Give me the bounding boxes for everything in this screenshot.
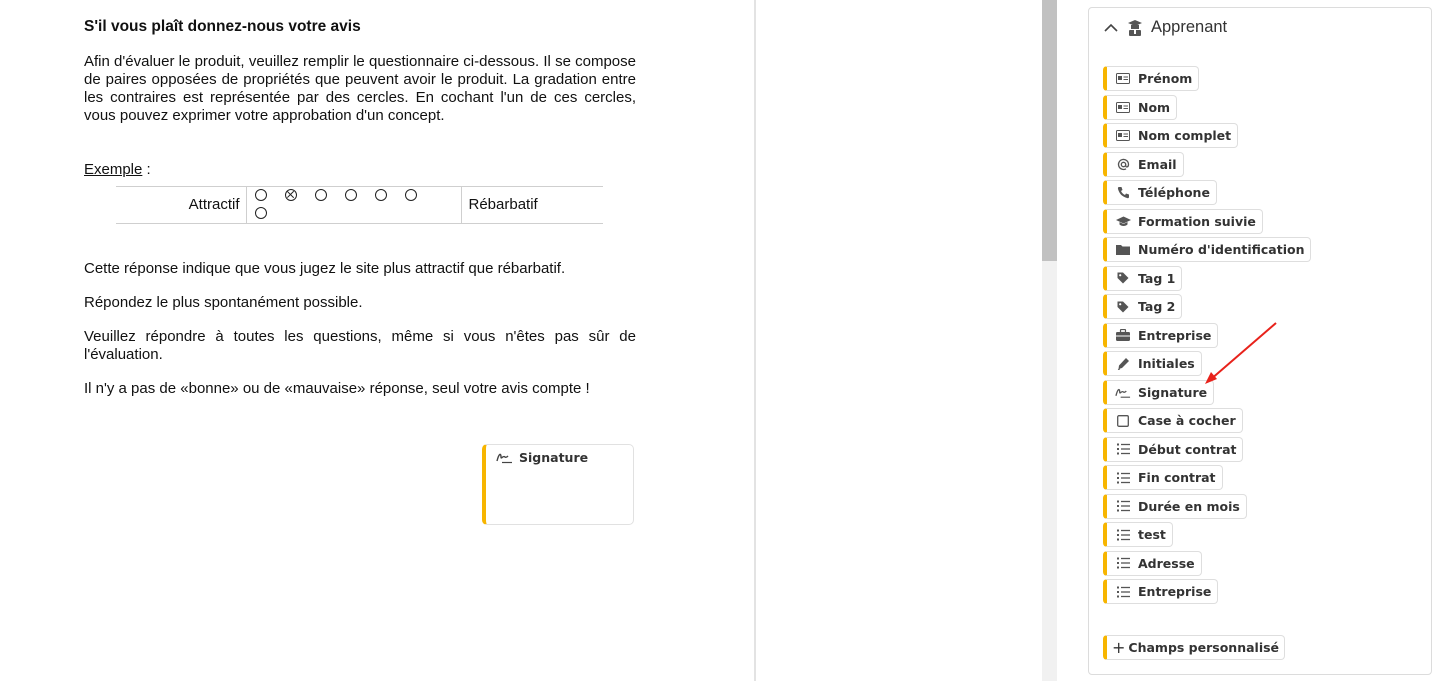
- document-title: S'il vous plaît donnez-nous votre avis: [84, 18, 361, 35]
- id-card-icon: [1115, 129, 1131, 143]
- field-chip-label: Téléphone: [1138, 185, 1210, 200]
- scale-circle: [254, 207, 267, 219]
- scale-circle: [254, 189, 267, 201]
- field-chip-label: Adresse: [1138, 555, 1195, 571]
- field-chip[interactable]: Tag 1: [1103, 265, 1183, 291]
- signature-field-label: Signature: [519, 450, 589, 465]
- field-chip[interactable]: Tag 2: [1103, 294, 1183, 319]
- field-chip[interactable]: Nom: [1103, 94, 1178, 120]
- document-page: S'il vous plaît donnez-nous votre avis A…: [0, 0, 756, 681]
- field-chip[interactable]: Nom complet: [1103, 123, 1239, 148]
- scale-circle: [374, 189, 387, 201]
- example-label: Exemple: [84, 161, 143, 178]
- add-custom-field-label: Champs personnalisé: [1128, 640, 1280, 655]
- scale-circle: [344, 189, 357, 201]
- field-chip-label: Entreprise: [1138, 584, 1212, 599]
- document-paragraph: Cette réponse indique que vous jugez le …: [84, 260, 566, 277]
- signature-field-placed[interactable]: Signature: [482, 444, 634, 525]
- example-right-label: Rébarbatif: [461, 186, 603, 224]
- tag-icon: [1115, 271, 1131, 285]
- list-icon: [1115, 471, 1131, 485]
- list-icon: [1115, 499, 1131, 513]
- example-heading: Exemple :: [84, 161, 636, 179]
- field-chip[interactable]: Email: [1103, 151, 1184, 177]
- plus-icon: +: [1112, 638, 1126, 657]
- chevron-up-icon[interactable]: [1103, 23, 1119, 33]
- document-paragraph: Il n'y a pas de «bonne» ou de «mauvaise»…: [84, 380, 590, 397]
- document-intro: Afin d'évaluer le produit, veuillez remp…: [84, 53, 636, 124]
- field-chip-label: Numéro d'identification: [1138, 242, 1305, 257]
- field-chip-label: Signature: [1138, 384, 1208, 400]
- field-chip[interactable]: Signature: [1103, 379, 1215, 405]
- field-chip[interactable]: Début contrat: [1103, 436, 1244, 462]
- signature-icon: [1115, 385, 1131, 399]
- graduation-cap-icon: [1115, 214, 1131, 228]
- field-chip-label: Nom complet: [1138, 128, 1232, 143]
- phone-icon: [1115, 186, 1131, 200]
- field-chip-label: test: [1138, 527, 1166, 542]
- field-chip-label: Tag 1: [1138, 270, 1176, 286]
- example-circles: [246, 186, 462, 224]
- field-chip-label: Début contrat: [1138, 441, 1237, 457]
- checkbox-icon: [1115, 414, 1131, 428]
- field-chip[interactable]: Durée en mois: [1103, 493, 1247, 519]
- field-chip-label: Formation suivie: [1138, 213, 1256, 229]
- scale-circle: [404, 189, 417, 201]
- tag-icon: [1115, 300, 1131, 314]
- field-chip[interactable]: Case à cocher: [1103, 408, 1243, 433]
- scale-circle: [314, 189, 327, 201]
- field-chip[interactable]: test: [1103, 522, 1173, 547]
- add-custom-field-button[interactable]: + Champs personnalisé: [1103, 635, 1286, 660]
- field-chip-label: Nom: [1138, 99, 1171, 115]
- scrollbar-thumb[interactable]: [1042, 0, 1057, 261]
- field-chip-label: Email: [1138, 156, 1177, 172]
- field-chip[interactable]: Fin contrat: [1103, 465, 1223, 490]
- field-chip[interactable]: Téléphone: [1103, 180, 1217, 205]
- document-paragraph: Répondez le plus spontanément possible.: [84, 294, 363, 311]
- pen-icon: [1115, 357, 1131, 371]
- field-chip-label: Case à cocher: [1138, 413, 1236, 428]
- briefcase-icon: [1115, 328, 1131, 342]
- document-paragraphs: Cette réponse indique que vous jugez le …: [84, 260, 636, 398]
- document-content: S'il vous plaît donnez-nous votre avis A…: [84, 18, 636, 398]
- field-chip-label: Tag 2: [1138, 299, 1176, 314]
- list-icon: [1115, 556, 1131, 570]
- field-chip-label: Prénom: [1138, 71, 1193, 86]
- example-scale-table: Attractif Rébarbatif: [116, 186, 603, 224]
- field-chip[interactable]: Formation suivie: [1103, 208, 1263, 234]
- id-card-icon: [1115, 72, 1131, 86]
- field-chip-label: Initiales: [1138, 356, 1195, 371]
- field-chip[interactable]: Adresse: [1103, 550, 1202, 576]
- at-icon: [1115, 157, 1131, 171]
- signature-icon: [496, 453, 512, 464]
- signature-field-header: Signature: [496, 450, 588, 465]
- document-paragraph: Veuillez répondre à toutes les questions…: [84, 328, 636, 363]
- field-chip-label: Durée en mois: [1138, 498, 1240, 514]
- example-suffix: :: [142, 161, 151, 178]
- example-left-label: Attractif: [116, 186, 247, 224]
- list-icon: [1115, 442, 1131, 456]
- scale-circle-checked: [284, 189, 297, 201]
- annotation-arrow: [1205, 322, 1277, 384]
- field-chip-label: Fin contrat: [1138, 470, 1216, 485]
- folder-icon: [1115, 243, 1131, 257]
- list-icon: [1115, 585, 1131, 599]
- student-icon: [1128, 20, 1142, 36]
- field-chip[interactable]: Initiales: [1103, 351, 1202, 376]
- field-chip[interactable]: Numéro d'identification: [1103, 237, 1312, 262]
- list-icon: [1115, 528, 1131, 542]
- panel-title: Apprenant: [1151, 18, 1228, 36]
- field-chip[interactable]: Prénom: [1103, 66, 1200, 91]
- id-card-icon: [1115, 100, 1131, 114]
- field-chip[interactable]: Entreprise: [1103, 579, 1219, 604]
- panel-header[interactable]: Apprenant: [1103, 18, 1227, 37]
